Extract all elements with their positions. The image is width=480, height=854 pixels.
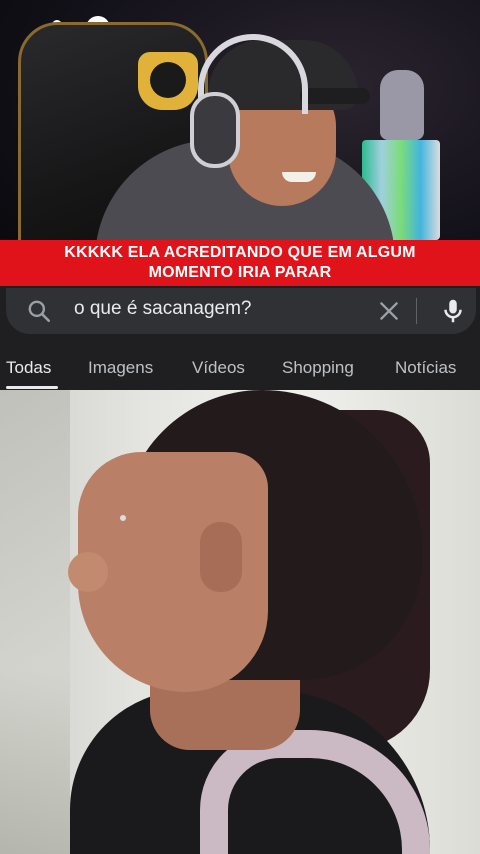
search-bar[interactable]: o que é sacanagem? <box>6 288 476 334</box>
wall-background <box>0 390 70 854</box>
collectible-figure <box>380 70 424 140</box>
close-icon[interactable] <box>376 298 402 324</box>
search-divider <box>416 298 417 324</box>
streamer-smile <box>282 172 316 182</box>
tab-videos[interactable]: Vídeos <box>192 358 245 378</box>
mic-icon[interactable] <box>438 296 468 326</box>
chair-logo-emblem <box>150 62 186 98</box>
search-tabs: Todas Imagens Vídeos Shopping Notícias <box>0 354 480 389</box>
search-input[interactable]: o que é sacanagem? <box>74 298 251 320</box>
tab-todas[interactable]: Todas <box>6 358 51 378</box>
caption-text: KKKKK ELA ACREDITANDO QUE EM ALGUM MOMEN… <box>64 244 416 281</box>
tab-shopping[interactable]: Shopping <box>282 358 354 378</box>
active-tab-indicator <box>6 386 58 389</box>
eyebrow-piercing <box>120 515 126 521</box>
tab-noticias[interactable]: Notícias <box>395 358 456 378</box>
google-search-panel: o que é sacanagem? Todas Imagens Vídeos … <box>0 286 480 390</box>
headphones-icon <box>190 92 240 168</box>
woman-video <box>0 390 480 854</box>
tab-imagens[interactable]: Imagens <box>88 358 153 378</box>
ear <box>200 522 242 592</box>
search-icon[interactable] <box>26 298 52 324</box>
nose <box>68 552 108 592</box>
caption-banner: KKKKK ELA ACREDITANDO QUE EM ALGUM MOMEN… <box>0 240 480 286</box>
cap-brim <box>300 88 370 104</box>
